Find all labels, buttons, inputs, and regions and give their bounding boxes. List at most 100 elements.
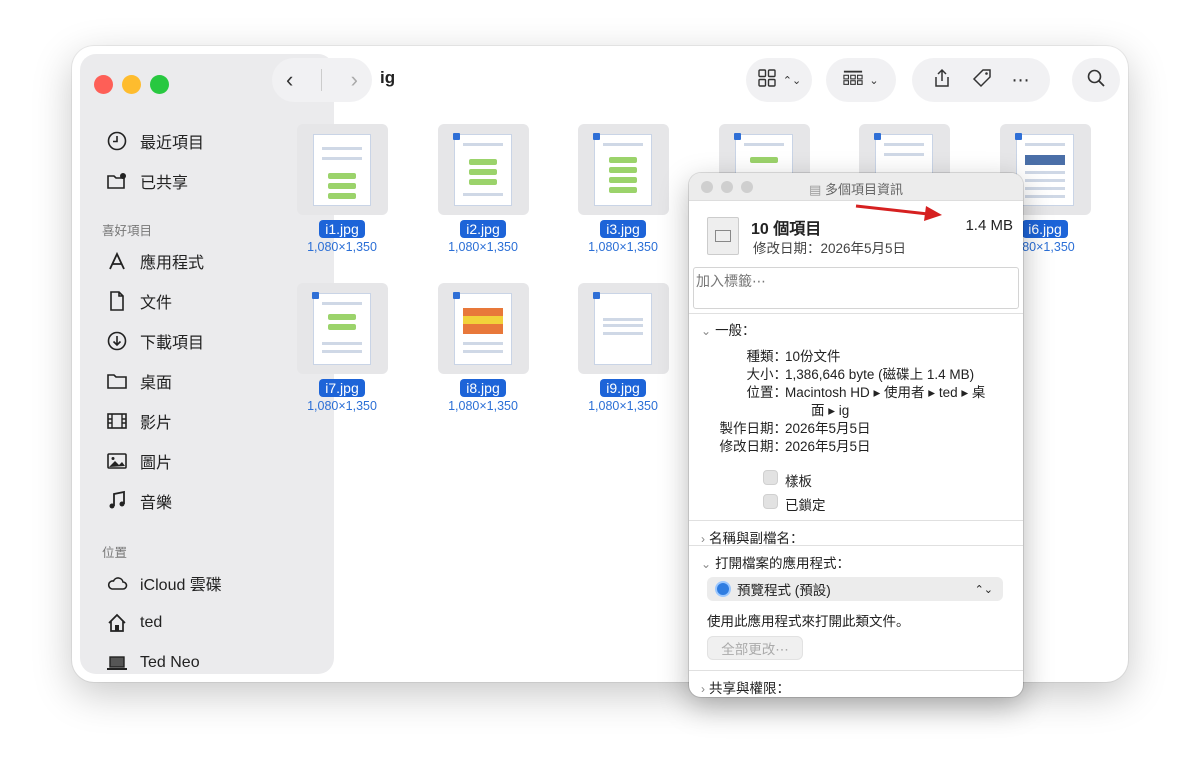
name-extension-section-toggle[interactable]: › 名稱與副檔名： <box>701 527 804 547</box>
file-thumbnail <box>296 124 388 215</box>
file-name: i7.jpg <box>319 379 365 397</box>
cloud-icon <box>106 572 128 594</box>
where-value: Macintosh HD ▸ 使用者 ▸ ted ▸ 桌 <box>785 385 986 400</box>
sidebar-item-icloud[interactable]: iCloud 雲碟 <box>106 570 222 596</box>
sidebar-item-pictures[interactable]: 圖片 <box>106 448 172 474</box>
sidebar-item-movies[interactable]: 影片 <box>106 408 172 434</box>
sidebar-item-label: 已共享 <box>140 175 189 192</box>
sidebar-item-label: Ted Neo <box>140 654 200 671</box>
file-item[interactable]: i9.jpg 1,080×1,350 <box>568 283 678 413</box>
sidebar-item-label: 下載項目 <box>140 335 205 352</box>
file-name: i8.jpg <box>460 379 506 397</box>
sidebar-item-downloads[interactable]: 下載項目 <box>106 328 204 354</box>
chevron-down-icon: ⌄ <box>869 74 879 87</box>
sidebar-item-label: 桌面 <box>140 375 173 392</box>
kind-value: 10份文件 <box>785 349 841 364</box>
chevron-down-icon: ⌄ <box>701 324 712 338</box>
home-icon <box>106 612 128 634</box>
info-window-title: 多個項目資訊 <box>824 182 903 197</box>
sidebar-item-label: 文件 <box>140 295 173 312</box>
open-with-section-toggle[interactable]: ⌄ 打開檔案的應用程式： <box>701 552 850 572</box>
selected-app: 預覽程式 (預設) <box>737 583 831 598</box>
sharing-title: 共享與權限： <box>709 681 790 696</box>
file-item[interactable]: i7.jpg 1,080×1,350 <box>287 283 397 413</box>
share-icon[interactable] <box>932 68 952 93</box>
chevron-updown-icon: ⌃⌄ <box>974 583 993 596</box>
where-label: 位置： <box>746 385 788 400</box>
laptop-icon <box>106 652 128 674</box>
modified-date: 修改日期：2026年5月5日 <box>753 241 907 256</box>
film-icon <box>106 410 128 432</box>
minimize-button[interactable] <box>122 75 141 94</box>
group-icon <box>843 68 864 93</box>
sidebar-item-label: 應用程式 <box>140 255 205 272</box>
size-value: 1,386,646 byte (磁碟上 1.4 MB) <box>785 367 975 382</box>
change-all-button[interactable]: 全部更改⋯ <box>707 636 803 660</box>
forward-button[interactable]: › <box>351 67 358 93</box>
chevron-right-icon: › <box>701 682 705 696</box>
file-dimensions: 1,080×1,350 <box>588 240 658 254</box>
locations-section-title: 位置 <box>102 546 128 560</box>
name-extension-title: 名稱與副檔名： <box>709 531 804 546</box>
tags-input[interactable]: 加入標籤⋯ <box>693 267 1019 309</box>
sidebar-item-label: 最近項目 <box>140 135 205 152</box>
general-section-toggle[interactable]: ⌄ 一般： <box>701 319 756 339</box>
tag-icon[interactable] <box>972 68 992 93</box>
sidebar-item-home[interactable]: ted <box>106 610 162 636</box>
size-label: 大小： <box>746 367 788 382</box>
view-mode-button[interactable]: ⌃⌄ <box>746 58 812 102</box>
locked-label: 已鎖定 <box>785 498 826 513</box>
close-button[interactable] <box>94 75 113 94</box>
file-thumbnail <box>577 124 669 215</box>
multiple-items-icon <box>707 217 739 255</box>
file-thumbnail <box>437 283 529 374</box>
item-count: 10 個項目 <box>751 221 822 238</box>
search-button[interactable] <box>1072 58 1120 102</box>
download-icon <box>106 330 128 352</box>
app-select[interactable]: 預覽程式 (預設) ⌃⌄ <box>707 577 1003 601</box>
zoom-button[interactable] <box>150 75 169 94</box>
file-dimensions: 1,080×1,350 <box>448 240 518 254</box>
back-button[interactable]: ‹ <box>286 67 293 93</box>
navigation-buttons: ‹ › <box>272 58 372 102</box>
chevron-right-icon: › <box>701 532 705 546</box>
sidebar-item-music[interactable]: 音樂 <box>106 488 172 514</box>
where-value-continued: 面 ▸ ig <box>811 403 850 418</box>
sidebar-item-documents[interactable]: 文件 <box>106 288 172 314</box>
stationery-checkbox[interactable] <box>763 470 778 485</box>
sharing-section-toggle[interactable]: › 共享與權限： <box>701 677 790 697</box>
file-item[interactable]: i1.jpg 1,080×1,350 <box>287 124 397 254</box>
action-buttons: ⋯ <box>912 58 1050 102</box>
info-titlebar: ▤ 多個項目資訊 <box>689 173 1023 201</box>
photo-icon <box>106 450 128 472</box>
sidebar-item-shared[interactable]: 已共享 <box>106 168 188 194</box>
document-icon <box>106 290 128 312</box>
sidebar-item-applications[interactable]: 應用程式 <box>106 248 204 274</box>
file-name: i3.jpg <box>600 220 646 238</box>
file-item[interactable]: i2.jpg 1,080×1,350 <box>428 124 538 254</box>
group-by-button[interactable]: ⌄ <box>826 58 896 102</box>
sidebar-item-desktop[interactable]: 桌面 <box>106 368 172 394</box>
applications-icon <box>106 250 128 272</box>
file-thumbnail <box>577 283 669 374</box>
file-thumbnail <box>437 124 529 215</box>
more-icon[interactable]: ⋯ <box>1012 70 1031 91</box>
file-item[interactable]: i3.jpg 1,080×1,350 <box>568 124 678 254</box>
file-item[interactable]: i8.jpg 1,080×1,350 <box>428 283 538 413</box>
open-with-title: 打開檔案的應用程式： <box>715 556 851 571</box>
sidebar-item-label: iCloud 雲碟 <box>140 577 222 594</box>
sidebar-item-label: 音樂 <box>140 495 173 512</box>
grid-view-icon <box>757 68 777 93</box>
document-icon: ▤ <box>809 182 825 197</box>
sidebar-item-recents[interactable]: 最近項目 <box>106 128 204 154</box>
sidebar-item-label: 圖片 <box>140 455 173 472</box>
chevron-updown-icon: ⌃⌄ <box>782 74 802 87</box>
preview-app-icon <box>715 581 731 597</box>
folder-icon <box>106 370 128 392</box>
file-name: i2.jpg <box>460 220 506 238</box>
modified-label: 修改日期： <box>719 439 788 454</box>
locked-checkbox[interactable] <box>763 494 778 509</box>
file-name: i6.jpg <box>1022 220 1068 238</box>
file-dimensions: 1,080×1,350 <box>307 240 377 254</box>
sidebar-item-computer[interactable]: Ted Neo <box>106 650 200 676</box>
